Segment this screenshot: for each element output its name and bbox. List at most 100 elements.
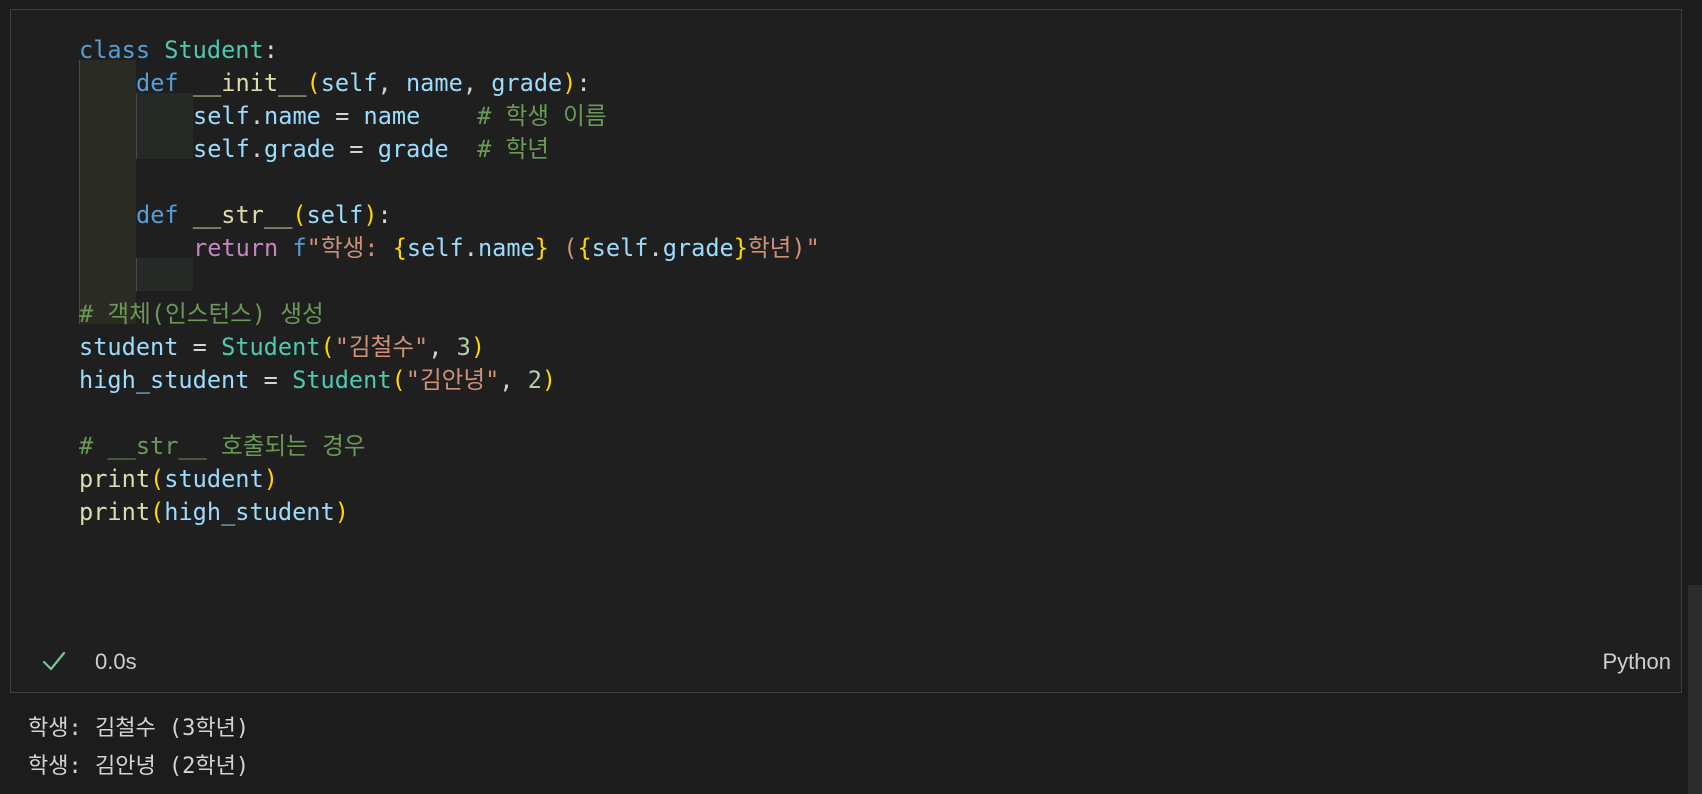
code-token: } bbox=[733, 234, 748, 262]
code-token: ) bbox=[541, 366, 557, 394]
vertical-scrollbar[interactable] bbox=[1688, 585, 1702, 794]
code-token: Student bbox=[292, 366, 392, 394]
code-token: = bbox=[249, 366, 293, 394]
code-token: name bbox=[363, 102, 421, 130]
code-token: # 학년 bbox=[477, 135, 549, 163]
code-token: self bbox=[591, 234, 649, 262]
cell-status-bar: 0.0s Python bbox=[11, 646, 1681, 692]
code-token: student bbox=[164, 465, 264, 493]
code-line[interactable]: return f"학생: {self.name} ({self.grade}학년… bbox=[193, 230, 820, 266]
code-token: , bbox=[499, 366, 528, 394]
code-line[interactable]: high_student = Student("김안녕", 2) bbox=[79, 362, 556, 398]
code-token: grade bbox=[377, 135, 449, 163]
code-token: ) bbox=[562, 69, 577, 97]
code-token: name bbox=[405, 69, 463, 97]
code-token: ( bbox=[150, 465, 165, 493]
code-token: ( bbox=[391, 366, 406, 394]
code-token: , bbox=[377, 69, 406, 97]
code-token: . bbox=[249, 135, 265, 163]
code-token: ( bbox=[320, 333, 335, 361]
code-token: "김안녕" bbox=[405, 366, 500, 394]
code-token: self bbox=[306, 201, 364, 229]
indent-guide-line bbox=[136, 93, 137, 159]
indent-guide-block bbox=[79, 60, 136, 324]
code-token: __init__ bbox=[192, 69, 307, 97]
code-line[interactable]: self.name = name # 학생 이름 bbox=[193, 98, 607, 134]
code-token: name bbox=[264, 102, 321, 130]
code-token: high_student bbox=[79, 366, 250, 394]
code-token: . bbox=[648, 234, 663, 262]
code-token: return bbox=[193, 234, 279, 262]
code-token: "학생: bbox=[306, 234, 393, 262]
code-token: Student bbox=[221, 333, 321, 361]
code-token: 3 bbox=[456, 333, 471, 361]
code-token: ) bbox=[470, 333, 486, 361]
code-token: print bbox=[79, 498, 151, 526]
code-token: grade bbox=[264, 135, 336, 163]
code-token: Student bbox=[164, 36, 264, 64]
code-token: # __str__ 호출되는 경우 bbox=[79, 432, 366, 460]
notebook-code-cell[interactable]: class Student: def __init__(self, name, g… bbox=[10, 9, 1682, 693]
code-token: f bbox=[292, 234, 307, 262]
code-token: ( bbox=[549, 234, 578, 262]
code-token: high_student bbox=[164, 498, 335, 526]
code-token: ) bbox=[334, 498, 349, 526]
language-selector[interactable]: Python bbox=[1603, 646, 1672, 678]
code-token: = bbox=[320, 102, 364, 130]
code-line[interactable]: # 객체(인스턴스) 생성 bbox=[79, 296, 324, 332]
code-token: } bbox=[534, 234, 550, 262]
code-line[interactable]: def __str__(self): bbox=[136, 197, 392, 233]
code-line[interactable]: print(student) bbox=[79, 461, 278, 497]
code-token: self bbox=[320, 69, 378, 97]
code-token: 학년)" bbox=[747, 234, 820, 262]
code-token: ( bbox=[150, 498, 165, 526]
indent-guide-line bbox=[79, 60, 80, 324]
code-token: = bbox=[335, 135, 378, 163]
code-token: grade bbox=[491, 69, 563, 97]
code-line[interactable]: print(high_student) bbox=[79, 494, 349, 530]
code-token: : bbox=[263, 36, 278, 64]
code-line[interactable]: # __str__ 호출되는 경우 bbox=[79, 428, 366, 464]
code-line[interactable]: class Student: bbox=[79, 32, 278, 68]
code-token: def bbox=[136, 69, 179, 97]
indent-guide-block bbox=[136, 258, 193, 291]
code-token: { bbox=[392, 234, 407, 262]
code-line[interactable]: def __init__(self, name, grade): bbox=[136, 65, 591, 101]
code-token: : bbox=[576, 69, 591, 97]
indent-guide-line bbox=[136, 258, 137, 291]
code-token: self bbox=[193, 102, 250, 130]
code-token: ) bbox=[263, 465, 278, 493]
code-line[interactable]: student = Student("김철수", 3) bbox=[79, 329, 485, 365]
code-token: self bbox=[193, 135, 250, 163]
code-token: , bbox=[428, 333, 457, 361]
code-token: : bbox=[377, 201, 392, 229]
execution-time: 0.0s bbox=[95, 649, 137, 674]
code-token: ) bbox=[363, 201, 378, 229]
code-token: "김철수" bbox=[334, 333, 429, 361]
code-token: class bbox=[79, 36, 151, 64]
output-line: 학생: 김철수 (3학년) bbox=[28, 716, 250, 741]
code-token: # 객체(인스턴스) 생성 bbox=[79, 300, 324, 328]
code-line[interactable]: self.grade = grade # 학년 bbox=[193, 131, 549, 167]
code-token: self bbox=[406, 234, 464, 262]
code-token: . bbox=[249, 102, 265, 130]
code-token: __str__ bbox=[192, 201, 293, 229]
code-token: . bbox=[463, 234, 478, 262]
check-icon bbox=[42, 651, 66, 671]
code-token: def bbox=[136, 201, 179, 229]
code-token: name bbox=[477, 234, 535, 262]
code-editor[interactable]: class Student: def __init__(self, name, g… bbox=[11, 32, 1681, 592]
code-token: 2 bbox=[527, 366, 542, 394]
indent-guide-block bbox=[136, 93, 193, 159]
code-token: print bbox=[79, 465, 151, 493]
code-token: grade bbox=[662, 234, 734, 262]
code-token: = bbox=[178, 333, 222, 361]
code-token: , bbox=[462, 69, 492, 97]
code-token: ( bbox=[306, 69, 321, 97]
